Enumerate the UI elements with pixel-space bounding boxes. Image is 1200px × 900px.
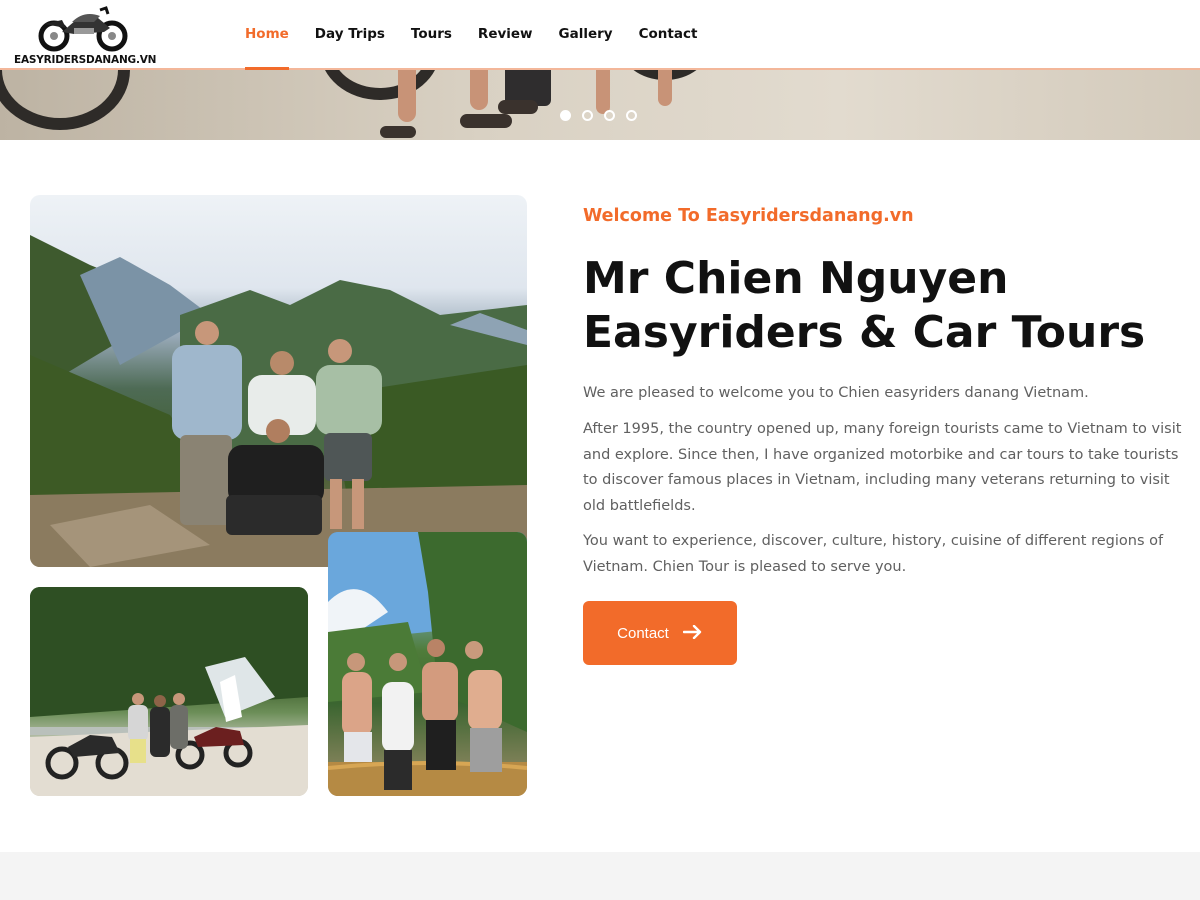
tropical-group-photo xyxy=(328,532,527,796)
intro-paragraph-3: You want to experience, discover, cultur… xyxy=(583,533,1164,575)
nav-contact[interactable]: Contact xyxy=(639,0,698,70)
welcome-kicker: Welcome To Easyridersdanang.vn xyxy=(583,206,914,226)
page-title: Mr Chien Nguyen Easyriders & Car Tours xyxy=(583,253,1146,358)
hero-leg xyxy=(658,70,672,106)
slider-dots xyxy=(560,110,648,121)
nav-day-trips[interactable]: Day Trips xyxy=(315,0,385,70)
slider-dot-4[interactable] xyxy=(626,110,637,121)
nav-review[interactable]: Review xyxy=(478,0,533,70)
site-header: EASYRIDERSDANANG.VN Home Day Trips Tours… xyxy=(0,0,1200,70)
hero-leg xyxy=(398,70,416,122)
logo-text: EASYRIDERSDANANG.VN xyxy=(14,54,157,66)
next-section-band xyxy=(0,852,1200,900)
intro-paragraph-2: After 1995, the country opened up, many … xyxy=(583,421,1182,514)
arrow-right-icon xyxy=(682,623,703,643)
waterfall-motorbike-photo xyxy=(30,587,308,796)
slider-dot-1[interactable] xyxy=(560,110,571,121)
nav-tours[interactable]: Tours xyxy=(411,0,452,70)
hero-shoe xyxy=(380,126,416,138)
hero-shoe xyxy=(460,114,512,128)
hero-slider xyxy=(0,70,1200,140)
contact-button-label: Contact xyxy=(617,624,669,642)
nav-gallery[interactable]: Gallery xyxy=(559,0,613,70)
slider-dot-3[interactable] xyxy=(604,110,615,121)
contact-button[interactable]: Contact xyxy=(583,601,737,665)
hero-leg xyxy=(596,70,610,114)
intro-paragraph-1: We are pleased to welcome you to Chien e… xyxy=(583,385,1089,401)
hero-shoe xyxy=(498,100,538,114)
site-logo[interactable]: EASYRIDERSDANANG.VN xyxy=(14,2,157,68)
hero-leg xyxy=(470,70,488,110)
motorbike-logo-icon xyxy=(38,6,128,52)
mountain-group-photo xyxy=(30,195,527,567)
main-nav: Home Day Trips Tours Review Gallery Cont… xyxy=(245,0,723,70)
slider-dot-2[interactable] xyxy=(582,110,593,121)
nav-home[interactable]: Home xyxy=(245,0,289,70)
